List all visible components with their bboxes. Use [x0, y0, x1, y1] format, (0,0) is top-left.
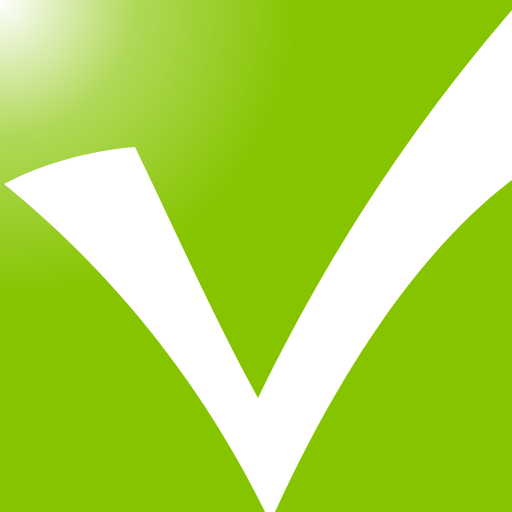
app-icon-tile	[0, 0, 512, 512]
app-icon-svg	[0, 0, 512, 512]
